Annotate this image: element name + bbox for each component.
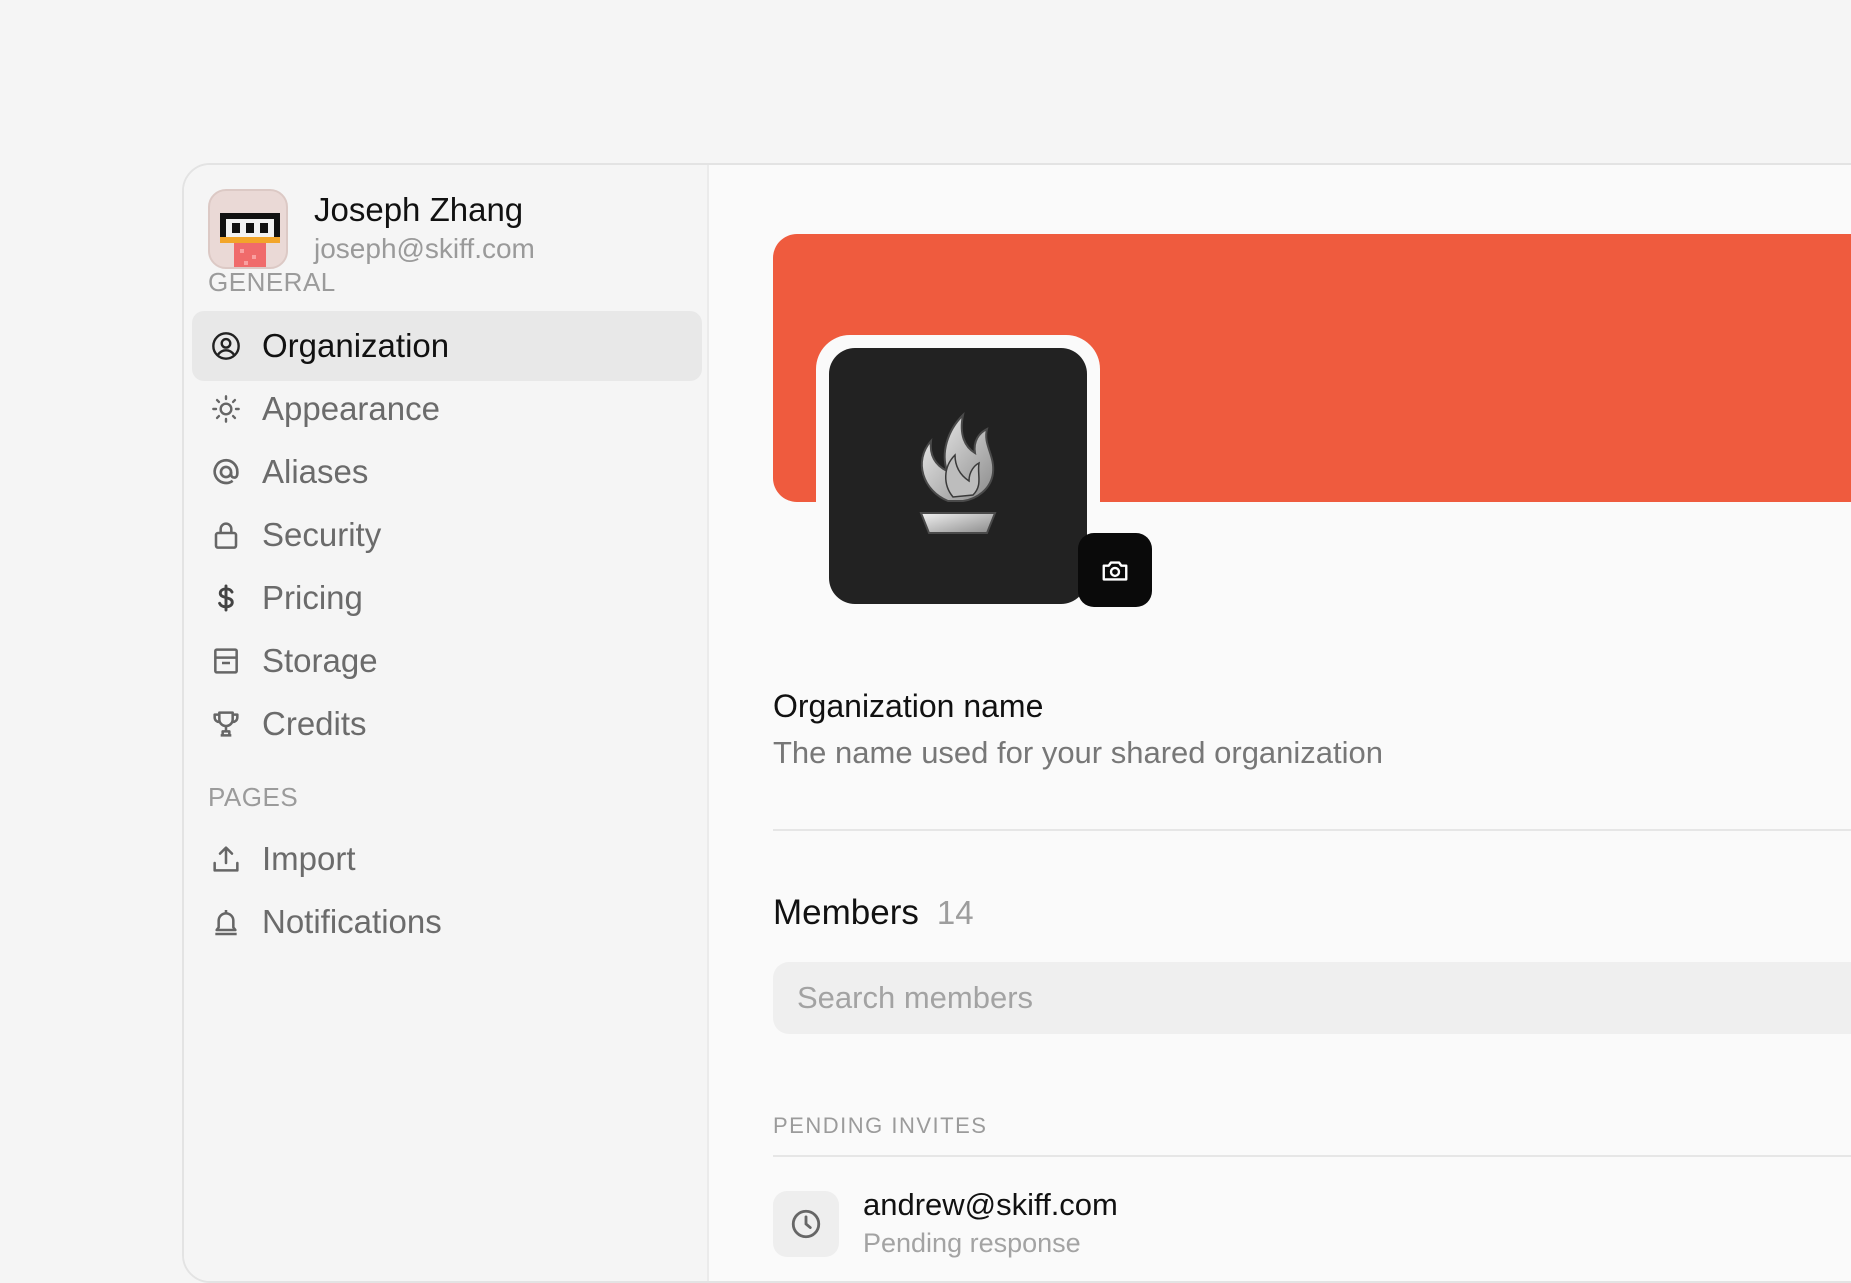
invite-status: Pending response [863,1228,1081,1258]
at-icon [208,454,244,490]
user-circle-icon [208,328,244,364]
sidebar-item-pricing[interactable]: Pricing [192,563,702,633]
sidebar-item-label: Security [262,516,382,553]
org-name-description: The name used for your shared organizati… [773,735,1384,770]
divider [773,829,1851,831]
sidebar-item-label: Notifications [262,903,442,940]
members-label: Members [773,893,919,932]
sidebar-item-import[interactable]: Import [192,824,702,894]
torch-logo-icon [919,411,997,534]
sidebar-item-label: Import [262,840,356,877]
section-label-general: GENERAL [208,267,336,297]
sun-icon [208,391,244,427]
sidebar-item-aliases[interactable]: Aliases [192,437,702,507]
user-profile[interactable]: Joseph Zhang joseph@skiff.com [208,189,535,269]
change-logo-button[interactable] [1078,533,1152,607]
bell-icon [208,904,244,940]
clock-icon [773,1191,839,1257]
sidebar-item-label: Organization [262,327,450,364]
divider [773,1155,1851,1157]
sidebar-item-label: Credits [262,705,367,742]
lock-icon [208,517,244,553]
user-email: joseph@skiff.com [314,233,535,264]
org-name-title: Organization name [773,688,1044,724]
user-name: Joseph Zhang [314,191,524,228]
pending-invites-label: PENDING INVITES [773,1113,988,1138]
sidebar-item-label: Storage [262,642,378,679]
members-header: Members 14 [773,893,974,933]
sidebar-item-label: Aliases [262,453,369,490]
sidebar-item-label: Appearance [262,390,440,427]
sidebar-item-appearance[interactable]: Appearance [192,374,702,444]
sidebar-item-storage[interactable]: Storage [192,626,702,696]
dollar-icon [208,580,244,616]
archive-icon [208,643,244,679]
settings-window: Joseph Zhang joseph@skiff.com GENERAL Or… [182,163,1851,1283]
sidebar-item-label: Pricing [262,579,363,616]
sidebar-item-organization[interactable]: Organization [192,311,702,381]
sidebar: Joseph Zhang joseph@skiff.com GENERAL Or… [184,165,709,1281]
upload-icon [208,841,244,877]
trophy-icon [208,706,244,742]
main-panel: Organization name The name used for your… [711,165,1851,1281]
sidebar-item-credits[interactable]: Credits [192,689,702,759]
search-members-input[interactable] [773,962,1851,1034]
list-item[interactable]: andrew@skiff.com Pending response [773,1187,1118,1261]
user-avatar [208,189,288,269]
section-label-pages: PAGES [208,782,299,812]
sidebar-item-security[interactable]: Security [192,500,702,570]
members-count: 14 [936,894,974,931]
invite-email: andrew@skiff.com [863,1187,1118,1222]
sidebar-item-notifications[interactable]: Notifications [192,887,702,957]
org-logo[interactable] [829,348,1087,604]
camera-icon [1102,561,1128,581]
